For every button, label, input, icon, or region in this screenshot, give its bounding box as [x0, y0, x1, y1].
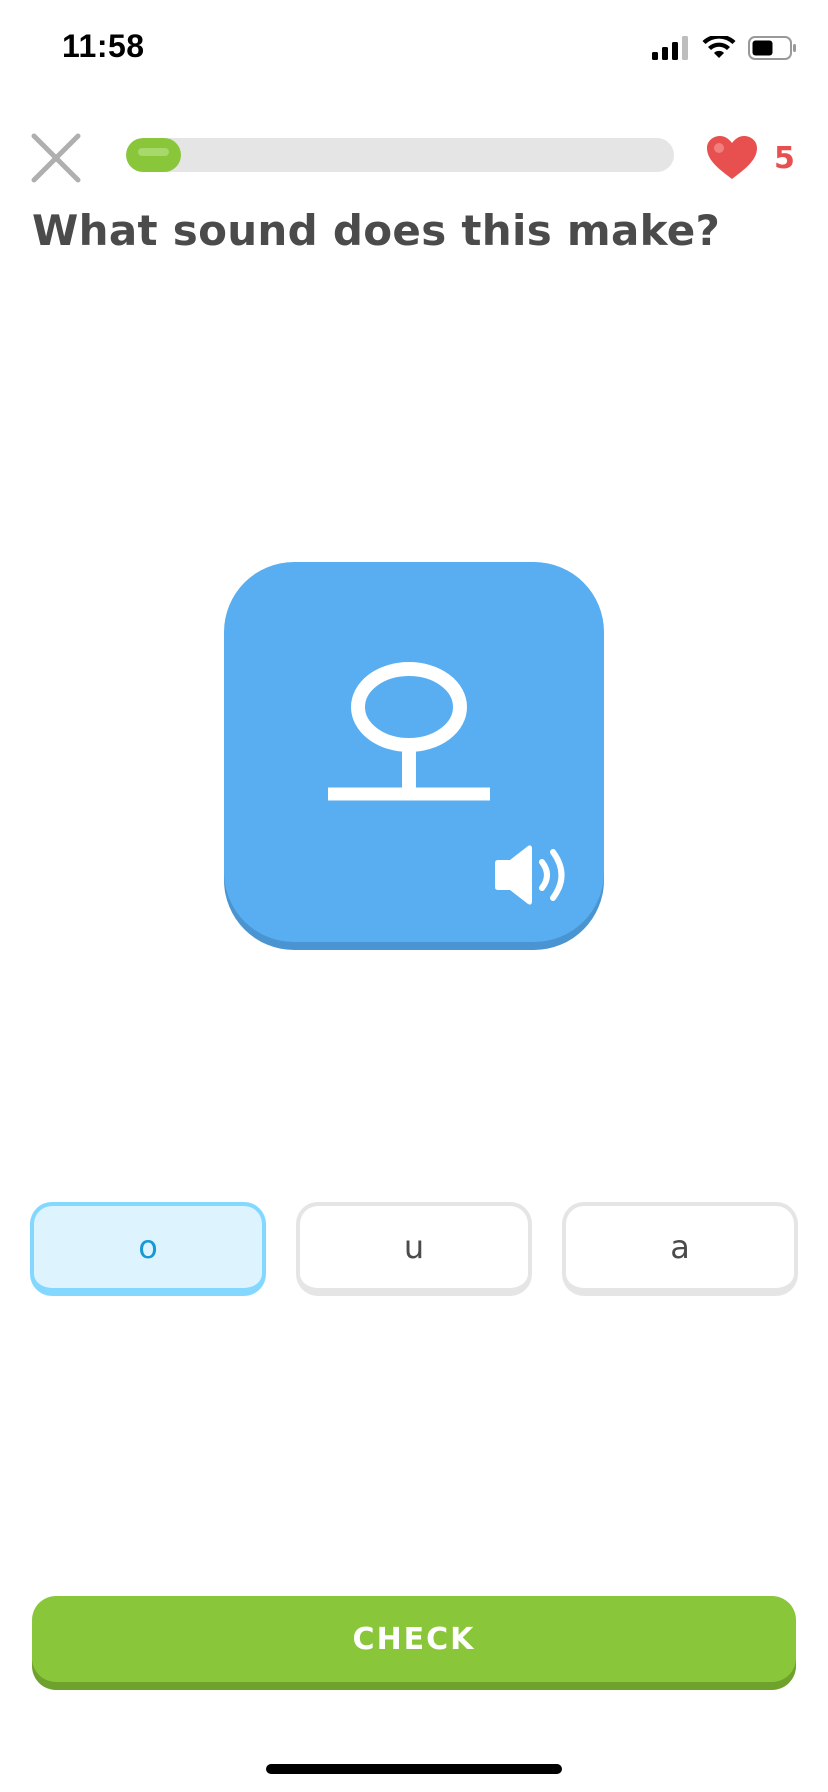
hearts-counter[interactable]: 5: [706, 130, 795, 186]
status-bar: 11:58: [0, 0, 828, 100]
option-label: o: [138, 1228, 158, 1266]
option-label: a: [670, 1228, 690, 1266]
status-icons: [652, 36, 798, 60]
answer-options: o u a: [30, 1202, 798, 1300]
cellular-signal-icon: [652, 36, 688, 60]
check-button[interactable]: CHECK: [32, 1596, 796, 1682]
lesson-progress-bar: [126, 138, 674, 172]
home-indicator[interactable]: [266, 1764, 562, 1774]
progress-shine: [138, 148, 169, 156]
close-icon: [31, 133, 81, 183]
wifi-icon: [702, 36, 736, 58]
option-label: u: [403, 1228, 425, 1266]
character-glyph: ㅗ: [328, 662, 490, 801]
lesson-header: 5: [0, 120, 828, 190]
speaker-icon[interactable]: [494, 842, 574, 908]
character-audio-card[interactable]: ㅗ: [224, 562, 604, 942]
heart-icon: [707, 136, 757, 179]
question-title: What sound does this make?: [32, 206, 721, 255]
battery-icon: [748, 36, 796, 60]
close-button[interactable]: [28, 130, 84, 186]
option-u[interactable]: u: [296, 1202, 532, 1296]
option-o[interactable]: o: [30, 1202, 266, 1296]
status-time: 11:58: [62, 28, 145, 64]
lesson-progress-fill: [126, 138, 181, 172]
option-a[interactable]: a: [562, 1202, 798, 1296]
check-button-label: CHECK: [352, 1621, 476, 1657]
hearts-count: 5: [774, 140, 795, 176]
